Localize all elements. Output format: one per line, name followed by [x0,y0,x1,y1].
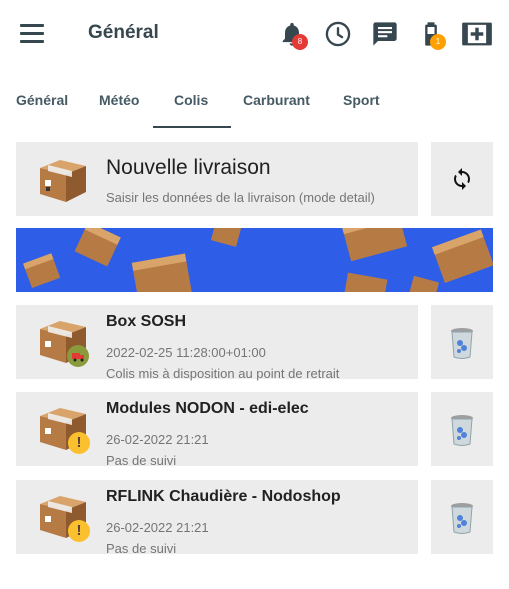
menu-icon[interactable] [20,24,44,44]
active-tab-indicator [153,126,231,128]
trash-icon [449,327,475,364]
page-title: Général [88,22,159,43]
delivery-truck-icon [67,345,89,367]
tab-sport[interactable]: Sport [343,92,380,108]
parcel-date: 26-02-2022 21:21 [106,432,209,447]
refresh-button[interactable] [431,142,493,216]
refresh-icon [450,167,474,196]
parcel-card[interactable]: Box SOSH 2022-02-25 11:28:00+01:00 Colis… [16,305,418,381]
battery-icon[interactable]: 1 [417,20,446,50]
parcel-card[interactable]: ! RFLINK Chaudière - Nodoshop 26-02-2022… [16,480,418,556]
notification-badge: 8 [292,34,308,50]
parcel-status: Pas de suivi [106,541,177,556]
app-bar: Général 8 1 [0,0,509,70]
delete-button[interactable] [431,480,493,554]
parcel-title: RFLINK Chaudière - Nodoshop [106,488,341,505]
message-icon[interactable] [371,20,399,48]
delete-button[interactable] [431,392,493,466]
tab-bar: Général Météo Colis Carburant Sport [0,86,509,130]
trash-icon [449,502,475,539]
trash-icon [449,414,475,451]
tab-colis[interactable]: Colis [174,92,208,108]
new-delivery-title: Nouvelle livraison [106,156,271,179]
parcel-status: Colis mis à disposition au point de retr… [106,366,340,381]
parcel-banner-image [16,228,493,292]
parcel-date: 2022-02-25 11:28:00+01:00 [106,345,266,360]
bell-icon[interactable]: 8 [278,20,308,50]
clock-icon[interactable] [324,20,352,48]
parcel-title: Box SOSH [106,313,187,330]
parcel-title: Modules NODON - edi-elec [106,400,309,417]
parcel-date: 26-02-2022 21:21 [106,520,209,535]
tab-carburant[interactable]: Carburant [243,92,310,108]
first-aid-icon[interactable] [461,20,493,48]
warning-icon: ! [68,520,90,542]
delete-button[interactable] [431,305,493,379]
tab-meteo[interactable]: Météo [99,92,139,108]
warning-icon: ! [68,432,90,454]
battery-badge: 1 [430,34,446,50]
parcel-card[interactable]: ! Modules NODON - edi-elec 26-02-2022 21… [16,392,418,468]
tab-general[interactable]: Général [16,92,68,108]
new-delivery-card[interactable]: Nouvelle livraison Saisir les données de… [16,142,418,216]
parcel-status: Pas de suivi [106,453,177,468]
new-delivery-subtitle: Saisir les données de la livraison (mode… [106,190,375,205]
package-icon [36,154,90,209]
